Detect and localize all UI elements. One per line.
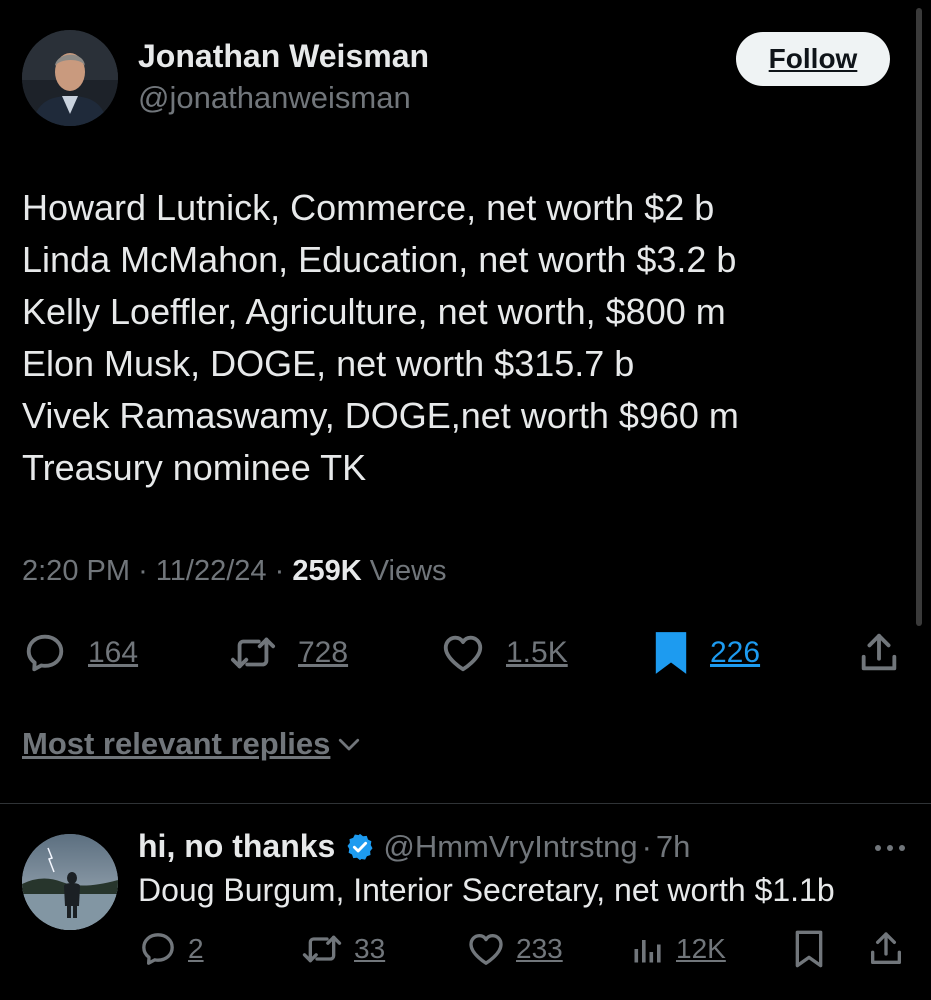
share-action[interactable] (856, 630, 902, 676)
tweet-meta: 2:20 PM · 11/22/24 · 259K Views (22, 555, 447, 588)
reply-author-name[interactable]: hi, no thanks (138, 828, 335, 865)
reply-views-count: 12K (676, 933, 726, 964)
bookmark-count: 226 (710, 636, 761, 669)
reply-count: 164 (88, 636, 139, 669)
reply-header: hi, no thanks @HmmVryIntrstng · 7h (138, 828, 690, 865)
tweet-page: Jonathan Weisman @jonathanweisman Follow… (0, 0, 931, 1000)
sort-label: Most relevant replies (22, 726, 331, 761)
author-name[interactable]: Jonathan Weisman (138, 38, 429, 75)
reply-icon (26, 634, 64, 672)
divider (0, 803, 931, 804)
tweet-date[interactable]: 11/22/24 (156, 555, 267, 587)
meta-separator: · (138, 555, 148, 587)
bookmark-icon (655, 632, 687, 674)
tweet-time[interactable]: 2:20 PM (22, 555, 130, 587)
verified-badge-icon[interactable] (345, 832, 375, 862)
share-icon (861, 633, 897, 671)
reply-bookmark-action[interactable] (792, 928, 826, 970)
reply-reply-action[interactable]: 2 (138, 928, 204, 970)
follow-button[interactable]: Follow (736, 32, 890, 86)
like-count: 1.5K (506, 636, 568, 669)
chevron-down-icon (339, 738, 360, 751)
repost-icon (230, 637, 276, 669)
tweet-text: Howard Lutnick, Commerce, net worth $2 b… (22, 182, 902, 494)
bookmark-icon (795, 930, 823, 968)
tweet-line: Howard Lutnick, Commerce, net worth $2 b (22, 187, 715, 228)
reply-like-count: 233 (516, 933, 563, 964)
reply-repost-count: 33 (354, 933, 386, 964)
author-avatar[interactable] (22, 30, 118, 126)
meta-separator: · (641, 828, 652, 864)
reply-action[interactable]: 164 (22, 630, 138, 676)
more-icon[interactable] (872, 838, 908, 858)
meta-separator: · (274, 555, 285, 587)
reply-sort-selector[interactable]: Most relevant replies (22, 726, 364, 762)
reply-repost-action[interactable]: 33 (300, 928, 385, 970)
views-label: Views (369, 555, 447, 587)
tweet-line: Kelly Loeffler, Agriculture, net worth, … (22, 291, 726, 332)
reply-avatar[interactable] (22, 834, 118, 930)
repost-icon (302, 935, 342, 963)
analytics-icon (634, 940, 661, 963)
reply-time[interactable]: 7h (656, 829, 690, 865)
repost-action[interactable]: 728 (228, 630, 348, 676)
reply-share-action[interactable] (866, 928, 906, 970)
reply-author-handle[interactable]: @HmmVryIntrstng (383, 829, 637, 865)
tweet-line: Linda McMahon, Education, net worth $3.2… (22, 239, 737, 280)
like-icon (443, 635, 483, 672)
tweet-line: Vivek Ramaswamy, DOGE,net worth $960 m (22, 395, 739, 436)
reply-views-action[interactable]: 12K (630, 928, 726, 970)
reply-text: Doug Burgum, Interior Secretary, net wor… (138, 872, 835, 908)
repost-count: 728 (298, 636, 349, 669)
reply-reply-count: 2 (188, 933, 204, 964)
reply-icon (142, 933, 174, 965)
scrollbar[interactable] (916, 8, 922, 626)
bookmark-action[interactable]: 226 (652, 630, 760, 676)
author-handle[interactable]: @jonathanweisman (138, 80, 411, 116)
like-icon (469, 934, 503, 965)
tweet-line: Treasury nominee TK (22, 447, 367, 488)
share-icon (871, 932, 901, 964)
tweet-line: Elon Musk, DOGE, net worth $315.7 b (22, 343, 635, 384)
views-count: 259K (292, 555, 362, 587)
like-action[interactable]: 1.5K (440, 630, 568, 676)
reply-like-action[interactable]: 233 (466, 928, 563, 970)
